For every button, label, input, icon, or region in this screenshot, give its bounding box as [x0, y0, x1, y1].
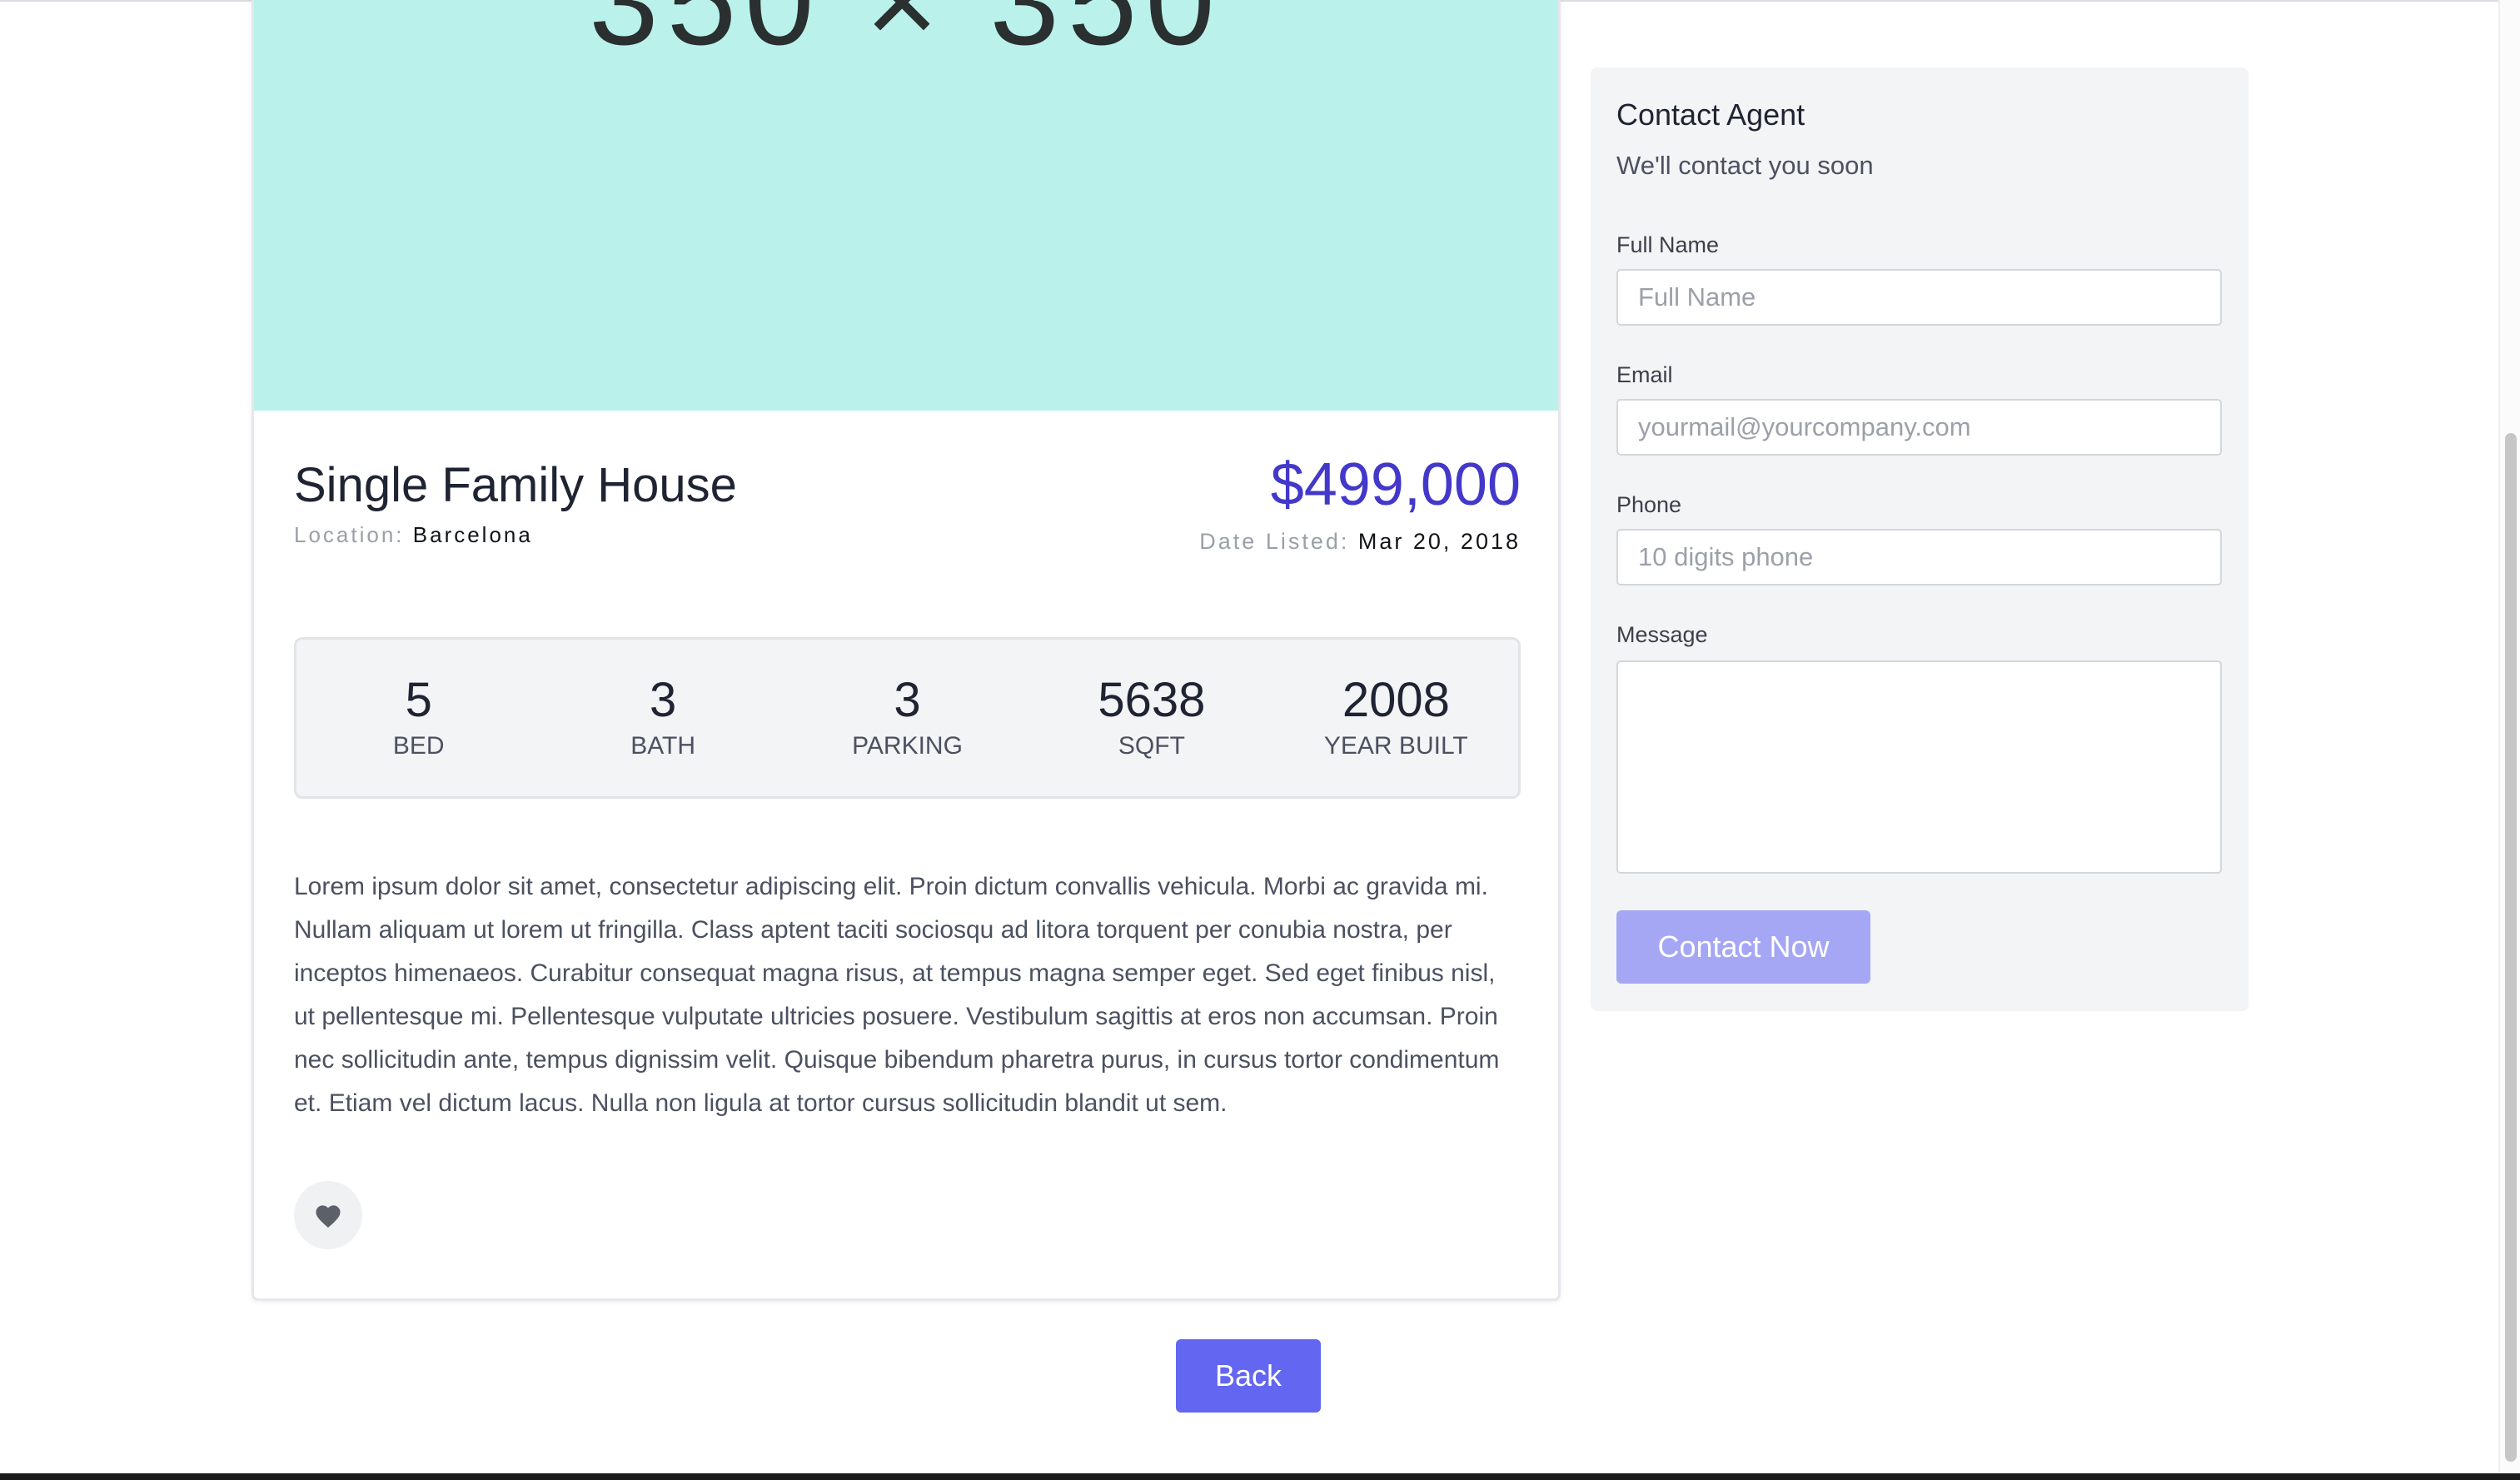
stat-bed: 5 BED: [296, 673, 540, 763]
contact-now-button[interactable]: Contact Now: [1616, 910, 1870, 984]
contact-agent-panel: Contact Agent We'll contact you soon Ful…: [1591, 67, 2249, 1011]
property-image: 350 × 350: [254, 0, 1558, 411]
property-location: Location: Barcelona: [294, 522, 533, 548]
favorite-button[interactable]: [294, 1181, 362, 1249]
image-placeholder-text: 350 × 350: [589, 0, 1223, 71]
page-scrollbar[interactable]: [2498, 0, 2520, 1473]
stat-label: YEAR BUILT: [1323, 732, 1468, 760]
contact-title: Contact Agent: [1616, 97, 1805, 132]
stat-value: 5638: [1098, 673, 1206, 727]
stat-value: 2008: [1342, 673, 1450, 727]
scrollbar-thumb[interactable]: [2505, 433, 2517, 1462]
stat-sqft: 5638 SQFT: [1029, 673, 1273, 763]
property-price: $499,000: [1270, 451, 1521, 518]
property-title: Single Family House: [294, 458, 737, 512]
window-bottom-edge: [0, 1473, 2520, 1480]
date-listed-value: Mar 20, 2018: [1357, 529, 1521, 554]
email-label: Email: [1616, 362, 1673, 387]
phone-input[interactable]: [1616, 529, 2222, 586]
back-button[interactable]: Back: [1176, 1339, 1321, 1413]
stat-value: 5: [405, 673, 432, 727]
message-textarea[interactable]: [1616, 660, 2222, 874]
stat-parking: 3 PARKING: [785, 673, 1029, 763]
property-card: 350 × 350 Single Family House Location: …: [252, 0, 1561, 1301]
stat-label: PARKING: [852, 732, 963, 760]
full-name-input[interactable]: [1616, 269, 2222, 326]
contact-subtitle: We'll contact you soon: [1616, 151, 1874, 180]
stat-label: SQFT: [1118, 732, 1185, 760]
stat-value: 3: [894, 673, 921, 727]
message-label: Message: [1616, 622, 1708, 647]
date-listed-label: Date Listed:: [1199, 529, 1350, 554]
property-description: Lorem ipsum dolor sit amet, consectetur …: [294, 873, 1500, 1117]
stat-year-built: 2008 YEAR BUILT: [1274, 673, 1518, 763]
location-value: Barcelona: [412, 522, 533, 547]
property-stats: 5 BED 3 BATH 3 PARKING 5638 SQFT 2008 YE…: [294, 637, 1521, 799]
stat-value: 3: [649, 673, 677, 727]
phone-label: Phone: [1616, 492, 1682, 517]
heart-icon: [316, 1205, 341, 1228]
email-input[interactable]: [1616, 399, 2222, 456]
stat-label: BED: [392, 732, 445, 760]
stat-bath: 3 BATH: [540, 673, 784, 763]
location-label: Location:: [294, 522, 405, 547]
date-listed: Date Listed: Mar 20, 2018: [1199, 529, 1521, 555]
full-name-label: Full Name: [1616, 232, 1720, 257]
stat-label: BATH: [630, 732, 695, 760]
